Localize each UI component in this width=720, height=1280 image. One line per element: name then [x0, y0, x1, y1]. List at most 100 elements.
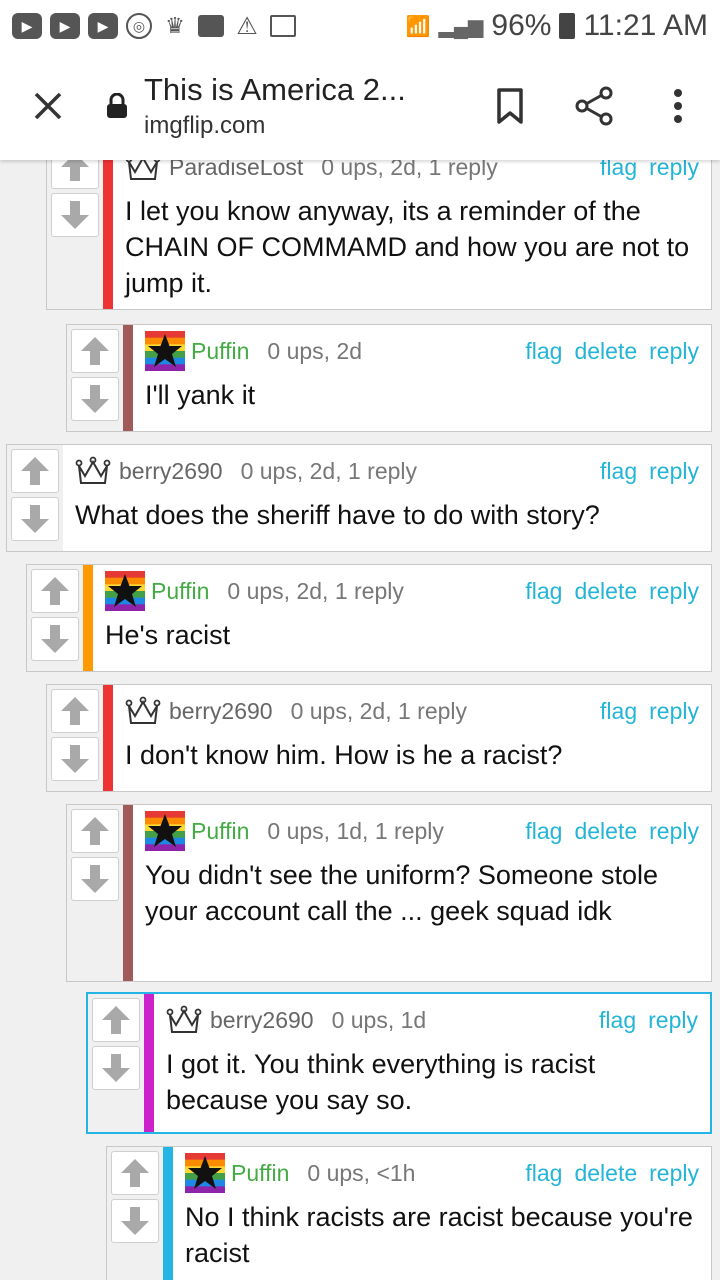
reply-link[interactable]: reply	[649, 1160, 699, 1187]
downvote-button[interactable]	[11, 497, 59, 541]
comment-meta: 0 ups, <1h	[307, 1159, 416, 1186]
vote-column	[107, 1147, 163, 1280]
reply-link[interactable]: reply	[649, 578, 699, 605]
close-button[interactable]	[0, 52, 96, 160]
username-link[interactable]: Puffin	[231, 1160, 289, 1187]
delete-link[interactable]: delete	[574, 818, 637, 845]
delete-link[interactable]: delete	[574, 578, 637, 605]
comment-actions: flag delete reply	[525, 578, 699, 605]
bookmark-button[interactable]	[468, 52, 552, 160]
page-title: This is America 2...	[144, 72, 406, 107]
username-link[interactable]: berry2690	[119, 458, 223, 485]
comment-header: berry2690 0 ups, 1d flag reply	[166, 1002, 698, 1038]
crown-icon: ♛	[165, 13, 185, 38]
comment: Puffin 0 ups, 2d, 1 reply flag delete reply H…	[26, 564, 712, 672]
signal-icon: ▂▄▆	[438, 15, 484, 38]
bookmark-icon	[497, 88, 523, 124]
upvote-button[interactable]	[11, 449, 59, 493]
comment-text: I let you know anyway, its a reminder of…	[125, 196, 690, 298]
reply-link[interactable]: reply	[648, 1007, 698, 1034]
thread-depth-bar	[103, 685, 113, 791]
arrow-down-icon	[41, 625, 69, 653]
flag-link[interactable]: flag	[600, 160, 637, 181]
vote-column	[47, 685, 103, 791]
arrow-down-icon	[81, 385, 109, 413]
upvote-button[interactable]	[31, 569, 79, 613]
comment-meta: 0 ups, 2d, 1 reply	[227, 577, 404, 604]
comment-text: He's racist	[105, 620, 231, 650]
crown-avatar-icon	[166, 1005, 202, 1033]
comment: berry2690 0 ups, 2d, 1 reply flag reply I do…	[46, 684, 712, 792]
thread-depth-bar	[123, 805, 133, 981]
downvote-button[interactable]	[71, 857, 119, 901]
arrow-up-icon	[21, 457, 49, 485]
comment-body: berry2690 0 ups, 2d, 1 reply flag reply What…	[63, 445, 711, 551]
arrow-down-icon	[61, 201, 89, 229]
comment-actions: flag reply	[600, 160, 699, 181]
flag-link[interactable]: flag	[525, 818, 562, 845]
flag-link[interactable]: flag	[525, 338, 562, 365]
rainbow-star-avatar-icon	[185, 1153, 225, 1193]
close-icon	[34, 92, 62, 120]
arrow-up-icon	[81, 337, 109, 365]
battery-percent: 96%	[491, 9, 552, 42]
youtube-icon: ▶	[88, 13, 118, 39]
downvote-button[interactable]	[31, 617, 79, 661]
youtube-icon: ▶	[50, 13, 80, 39]
downvote-button[interactable]	[71, 377, 119, 421]
delete-link[interactable]: delete	[574, 1160, 637, 1187]
username-link[interactable]: ParadiseLost	[169, 160, 303, 181]
upvote-button[interactable]	[111, 1151, 159, 1195]
comment: berry2690 0 ups, 1d flag reply I got it. You…	[86, 992, 712, 1134]
flag-link[interactable]: flag	[525, 1160, 562, 1187]
flag-link[interactable]: flag	[600, 698, 637, 725]
username-link[interactable]: berry2690	[169, 698, 273, 725]
reply-link[interactable]: reply	[649, 338, 699, 365]
share-button[interactable]	[552, 52, 636, 160]
upvote-button[interactable]	[71, 329, 119, 373]
comment-actions: flag delete reply	[525, 1160, 699, 1187]
downvote-button[interactable]	[51, 737, 99, 781]
app-bar: This is America 2... imgflip.com	[0, 52, 720, 160]
username-link[interactable]: berry2690	[210, 1007, 314, 1034]
username-link[interactable]: Puffin	[191, 818, 249, 845]
share-icon	[575, 86, 613, 126]
comment-text: I'll yank it	[145, 380, 256, 410]
arrow-down-icon	[61, 745, 89, 773]
upvote-button[interactable]	[51, 689, 99, 733]
downvote-button[interactable]	[111, 1199, 159, 1243]
comment-body: ParadiseLost 0 ups, 2d, 1 reply flag reply I…	[113, 160, 711, 309]
reply-link[interactable]: reply	[649, 458, 699, 485]
reply-link[interactable]: reply	[649, 160, 699, 181]
arrow-up-icon	[41, 577, 69, 605]
arrow-up-icon	[121, 1159, 149, 1187]
notification-icons: ▶ ▶ ▶ ◎ ♛ ⚠	[12, 13, 296, 40]
comment: berry2690 0 ups, 2d, 1 reply flag reply What…	[6, 444, 712, 552]
more-options-button[interactable]	[636, 52, 720, 160]
upvote-button[interactable]	[92, 998, 140, 1042]
flag-link[interactable]: flag	[525, 578, 562, 605]
flag-link[interactable]: flag	[599, 1007, 636, 1034]
comment-actions: flag reply	[600, 698, 699, 725]
crown-avatar-icon	[125, 696, 161, 724]
vote-column	[88, 994, 144, 1132]
downvote-button[interactable]	[92, 1046, 140, 1090]
comment-body: Puffin 0 ups, 1d, 1 reply flag delete reply Y…	[133, 805, 711, 981]
username-link[interactable]: Puffin	[151, 578, 209, 605]
arrow-down-icon	[21, 505, 49, 533]
reply-link[interactable]: reply	[649, 698, 699, 725]
comment-actions: flag delete reply	[525, 818, 699, 845]
lock-icon	[107, 93, 127, 118]
arrow-up-icon	[61, 160, 89, 181]
comment-header: Puffin 0 ups, 2d, 1 reply flag delete reply	[105, 571, 699, 611]
comment-text: No I think racists are racist because yo…	[185, 1202, 693, 1268]
comment-actions: flag delete reply	[525, 338, 699, 365]
delete-link[interactable]: delete	[574, 338, 637, 365]
flag-link[interactable]: flag	[600, 458, 637, 485]
upvote-button[interactable]	[51, 160, 99, 189]
reply-link[interactable]: reply	[649, 818, 699, 845]
vote-column	[67, 325, 123, 431]
username-link[interactable]: Puffin	[191, 338, 249, 365]
downvote-button[interactable]	[51, 193, 99, 237]
upvote-button[interactable]	[71, 809, 119, 853]
